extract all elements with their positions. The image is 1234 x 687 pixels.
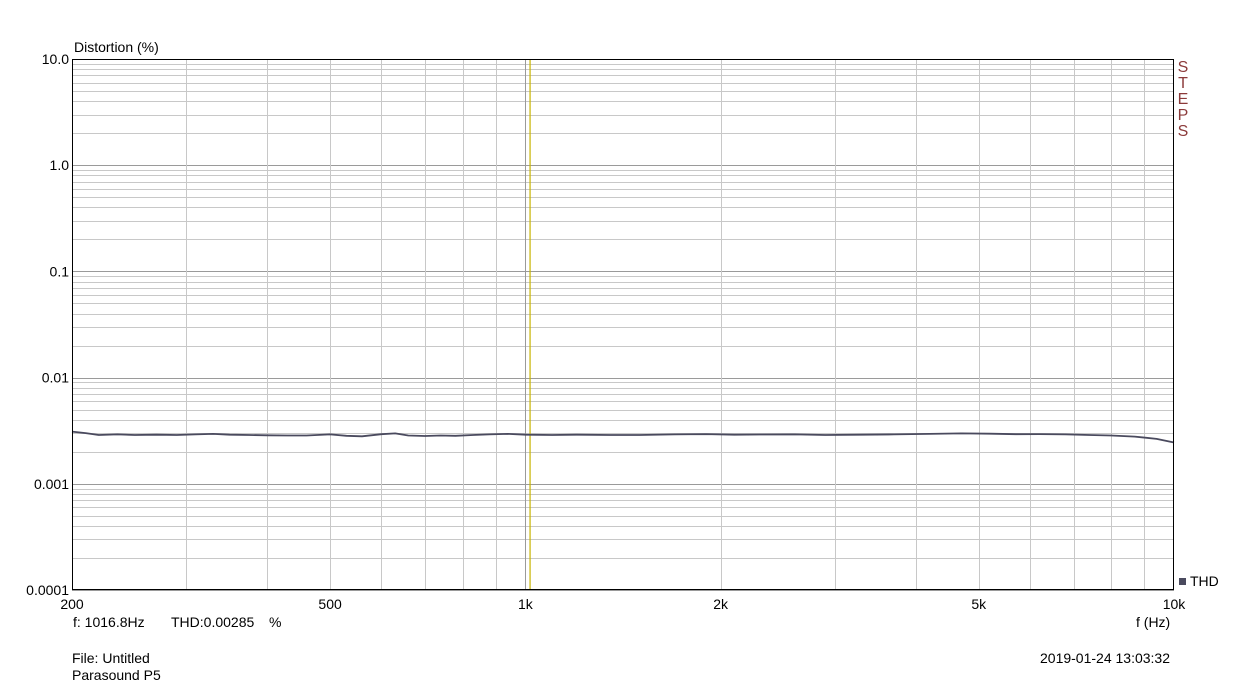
y-tick-label: 0.001 — [34, 476, 69, 492]
x-tick-label: 500 — [318, 596, 342, 612]
device-name: Parasound P5 — [72, 667, 161, 683]
brand-letter: T — [1178, 75, 1188, 92]
y-axis-label: Distortion (%) — [74, 39, 159, 55]
legend-label-thd: THD — [1190, 573, 1219, 589]
chart-grid — [72, 59, 1174, 591]
plot-frame — [72, 59, 1174, 590]
brand-letter: P — [1177, 107, 1189, 124]
x-tick-label: 200 — [60, 596, 84, 612]
cursor-frequency-readout: f: 1016.8Hz — [73, 614, 145, 630]
y-tick-label: 10.0 — [42, 51, 69, 67]
y-tick-label: 1.0 — [50, 157, 70, 173]
brand-letter: S — [1177, 123, 1189, 140]
timestamp: 2019-01-24 13:03:32 — [1040, 650, 1170, 666]
brand-mark: STEPS — [1176, 60, 1190, 140]
cursor-thd-readout: THD:0.00285 — [171, 614, 255, 630]
y-tick-label: 0.1 — [50, 263, 70, 279]
legend-swatch — [1179, 578, 1186, 585]
cursor-unit: % — [269, 614, 282, 630]
tick-labels: 10.01.00.10.010.0010.0001200 500 1k 2k 5k 10k — [26, 51, 1186, 612]
x-tick-label: 1k — [518, 596, 534, 612]
x-tick-label: 5k — [971, 596, 987, 612]
brand-letter: E — [1177, 91, 1189, 108]
file-name: File: Untitled — [72, 650, 150, 666]
x-tick-label: 10k — [1163, 596, 1187, 612]
x-tick-label: 2k — [713, 596, 729, 612]
x-axis-label: f (Hz) — [1136, 614, 1171, 630]
brand-letter: S — [1177, 59, 1189, 76]
y-tick-label: 0.01 — [42, 370, 69, 386]
legend[interactable]: THD — [1179, 573, 1219, 589]
distortion-chart: 10.01.00.10.010.0010.0001200 500 1k 2k 5k 10k — [26, 51, 1186, 612]
